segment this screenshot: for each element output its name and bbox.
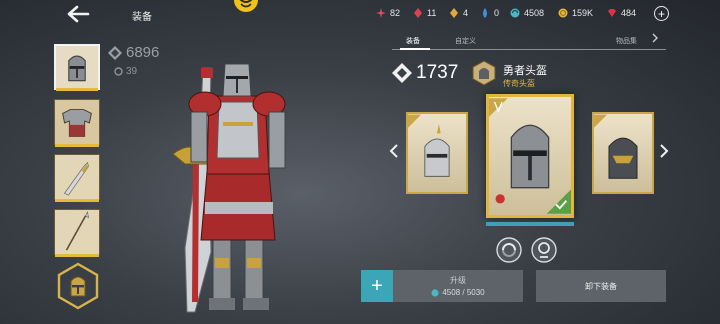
resource-red-star[interactable]: 82 — [376, 8, 400, 18]
teal-orb-icon — [431, 288, 439, 297]
tab-item-sets[interactable]: 物品集 — [616, 36, 637, 46]
reforge-button[interactable] — [496, 237, 522, 263]
quick-upgrade-button[interactable]: + — [361, 270, 393, 302]
guild-emblem-icon[interactable] — [232, 0, 260, 18]
item-rarity: 传奇头盔 — [503, 79, 535, 88]
resource-value: 484 — [621, 8, 637, 18]
helmet-icon — [489, 98, 571, 214]
red-star-icon — [376, 8, 386, 18]
spear-icon — [55, 210, 99, 254]
active-tab-indicator — [400, 48, 430, 50]
slot-spear[interactable] — [54, 209, 100, 257]
top-bar: 装备 82 11 4 0 4508 159K 484 + — [0, 0, 720, 28]
equipment-tabs: 装备 自定义 物品集 — [392, 30, 666, 50]
helmet-icon — [594, 114, 638, 179]
power-icon — [392, 63, 412, 83]
item-power: 1737 — [392, 62, 458, 84]
item-card-selected[interactable] — [486, 94, 574, 218]
upgrade-label: 升级 — [450, 276, 466, 285]
unequip-label: 卸下装备 — [585, 281, 617, 291]
level-icon — [114, 67, 123, 76]
item-power-value: 1737 — [416, 62, 459, 83]
armor-icon — [55, 100, 99, 144]
teal-orb-icon — [510, 8, 520, 18]
coin-icon — [558, 8, 568, 18]
character-power: 6896 — [108, 44, 159, 61]
power-icon — [108, 45, 122, 60]
resource-teal-orb[interactable]: 4508 — [510, 8, 544, 18]
upgrade-cost-value: 4508 / 5030 — [442, 288, 485, 297]
resource-value: 4 — [463, 8, 469, 18]
chevron-right-icon[interactable] — [658, 143, 670, 159]
knight-character — [172, 63, 286, 313]
tab-equipment[interactable]: 装备 — [406, 36, 420, 46]
slot-helmet[interactable] — [54, 44, 100, 91]
resource-value: 82 — [390, 8, 401, 18]
helmet-icon — [56, 46, 98, 88]
character-level-value: 39 — [126, 66, 138, 77]
selected-card-indicator — [486, 222, 574, 226]
helmet-icon — [408, 114, 450, 177]
resource-ruby[interactable]: 484 — [607, 8, 636, 18]
upgrade-button[interactable]: 升级 4508 / 5030 — [393, 270, 523, 302]
slot-armor[interactable] — [54, 99, 100, 147]
character-power-value: 6896 — [126, 44, 160, 61]
helmet-rank-icon — [472, 60, 496, 86]
resource-value: 4508 — [524, 8, 545, 18]
resource-coin[interactable]: 159K — [558, 8, 593, 18]
item-card-right[interactable] — [592, 112, 654, 194]
back-arrow-icon[interactable] — [64, 3, 92, 25]
upgrade-cost: 4508 / 5030 — [393, 288, 523, 297]
character-level: 39 — [114, 66, 137, 77]
blue-drop-icon — [483, 8, 487, 18]
enchant-button[interactable] — [531, 237, 557, 263]
sword-icon — [55, 155, 99, 199]
ruby-icon — [608, 9, 616, 17]
resource-gold-gem[interactable]: 4 — [449, 8, 468, 18]
resource-value: 0 — [494, 8, 500, 18]
item-name: 勇者头盔 — [503, 65, 547, 77]
slot-weapon[interactable] — [54, 154, 100, 202]
plus-icon: + — [371, 274, 383, 297]
resource-blue-drop[interactable]: 0 — [480, 8, 499, 18]
resource-value: 159K — [572, 8, 594, 18]
resource-value: 11 — [427, 8, 437, 18]
add-currency-button[interactable]: + — [654, 6, 669, 21]
unequip-button[interactable]: 卸下装备 — [536, 270, 666, 302]
red-gem-icon — [414, 8, 422, 18]
page-title: 装备 — [132, 12, 152, 23]
item-card-left[interactable] — [406, 112, 468, 194]
tab-customize[interactable]: 自定义 — [455, 36, 476, 46]
resource-red-gem[interactable]: 11 — [413, 8, 436, 18]
chevron-left-icon[interactable] — [388, 143, 400, 159]
gold-gem-icon — [450, 8, 458, 18]
helmet-hex-badge-icon[interactable] — [56, 262, 100, 310]
plus-icon: + — [657, 6, 665, 21]
chevron-right-icon[interactable] — [650, 33, 660, 43]
